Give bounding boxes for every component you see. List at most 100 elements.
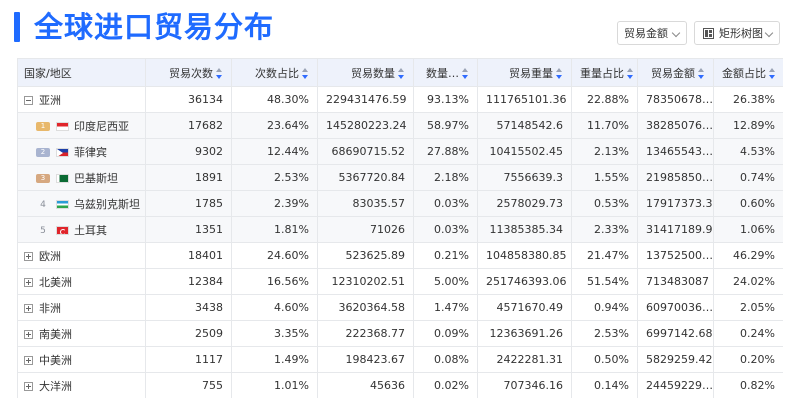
expand-icon[interactable] [24,304,33,313]
region-cell: 非洲 [17,294,146,321]
data-cell: 12384 [145,268,232,295]
data-cell: 2.05% [713,294,783,321]
data-cell: 1.55% [571,164,638,191]
expand-icon[interactable] [24,356,33,365]
data-cell: 12310202.51 [317,268,414,295]
data-cell: 57148542.6 [477,112,572,139]
table-row[interactable]: 欧洲 18401 24.60% 523625.89 0.21% 104858380.85 2… [17,242,783,269]
table-row[interactable]: 中美洲 1117 1.49% 198423.67 0.08% 2422281.31 0.50… [17,346,783,373]
table-row[interactable]: 非洲 3438 4.60% 3620364.58 1.47% 4571670.49 0.94… [17,294,783,321]
region-name: 非洲 [39,301,61,315]
table-row[interactable]: 亚洲 36134 48.30% 229431476.59 93.13% 111765101… [17,86,783,113]
chevron-down-icon [671,28,681,38]
sort-icon[interactable] [698,68,705,79]
expand-icon[interactable] [24,382,33,391]
data-cell: 22.88% [571,86,638,113]
data-cell: 2.53% [571,320,638,347]
table-row[interactable]: 2 菲律宾 9302 12.44% 68690715.52 27.88% 10415502.… [17,138,783,165]
title-accent-bar [14,12,20,42]
expand-icon[interactable] [24,252,33,261]
sort-icon[interactable] [556,68,563,79]
region-name: 大洋洲 [39,379,72,393]
sort-icon[interactable] [216,68,223,79]
data-cell: 78350678… [637,86,714,113]
data-cell: 16.56% [231,268,318,295]
data-cell: 104858380.85 [477,242,572,269]
column-header[interactable]: 贸易次数 [145,58,232,87]
data-cell: 0.82% [713,372,783,398]
data-cell: 12.44% [231,138,318,165]
data-cell: 51.54% [571,268,638,295]
column-header-label: 数量… [426,66,459,80]
sort-icon[interactable] [398,68,405,79]
region-name: 印度尼西亚 [74,119,129,133]
flag-ph-icon [56,148,69,157]
region-cell: 北美洲 [17,268,146,295]
data-cell: 71026 [317,216,414,243]
data-cell: 0.14% [571,372,638,398]
treemap-view-button[interactable]: 矩形树图 [694,21,780,45]
table-row[interactable]: 大洋洲 755 1.01% 45636 0.02% 707346.16 0.14% 24459… [17,372,783,398]
table-row[interactable]: 3 巴基斯坦 1891 2.53% 5367720.84 2.18% 7556639.3 1.… [17,164,783,191]
rank-medal-icon: 2 [36,148,50,157]
collapse-icon[interactable] [24,96,33,105]
table-header-row: 国家/地区 贸易次数 次数占比 贸易数量 数量… 贸易重量 重量占比 贸易金额 金额占比 [17,58,783,87]
data-cell: 2.33% [571,216,638,243]
data-cell: 21.47% [571,242,638,269]
data-cell: 1351 [145,216,232,243]
region-name: 亚洲 [39,93,61,107]
rank-medal-icon: 1 [36,122,50,131]
column-header[interactable]: 贸易金额 [637,58,714,87]
column-header-label: 贸易次数 [169,66,213,80]
data-cell: 1.47% [413,294,478,321]
data-cell: 0.53% [571,190,638,217]
expand-icon[interactable] [24,330,33,339]
column-header[interactable]: 数量… [413,58,478,87]
data-cell: 83035.57 [317,190,414,217]
region-cell: 大洋洲 [17,372,146,398]
flag-tr-icon [56,226,69,235]
data-cell: 0.50% [571,346,638,373]
data-cell: 222368.77 [317,320,414,347]
data-cell: 2.39% [231,190,318,217]
data-cell: 1117 [145,346,232,373]
column-header[interactable]: 次数占比 [231,58,318,87]
data-cell: 0.60% [713,190,783,217]
data-cell: 17682 [145,112,232,139]
metric-select-value: 贸易金额 [624,27,668,40]
table-row[interactable]: 4 乌兹别克斯坦 1785 2.39% 83035.57 0.03% 2578029.73 0… [17,190,783,217]
sort-icon[interactable] [769,68,776,79]
region-cell: 欧洲 [17,242,146,269]
table-row[interactable]: 南美洲 2509 3.35% 222368.77 0.09% 12363691.26 2.5… [17,320,783,347]
data-cell: 26.38% [713,86,783,113]
data-cell: 4571670.49 [477,294,572,321]
column-header-label: 金额占比 [722,66,766,80]
table-row[interactable]: 北美洲 12384 16.56% 12310202.51 5.00% 251746393.… [17,268,783,295]
column-header[interactable]: 重量占比 [571,58,638,87]
column-header[interactable]: 贸易数量 [317,58,414,87]
data-cell: 9302 [145,138,232,165]
data-cell: 36134 [145,86,232,113]
data-cell: 0.03% [413,216,478,243]
sort-icon[interactable] [462,68,469,79]
column-header[interactable]: 贸易重量 [477,58,572,87]
column-header-label: 国家/地区 [24,66,72,80]
region-cell: 3 巴基斯坦 [17,164,146,191]
data-cell: 1.06% [713,216,783,243]
column-header-region: 国家/地区 [17,58,146,87]
expand-icon[interactable] [24,278,33,287]
sort-icon[interactable] [302,68,309,79]
table-row[interactable]: 5 土耳其 1351 1.81% 71026 0.03% 11385385.34 2.33% 3… [17,216,783,243]
data-cell: 11385385.34 [477,216,572,243]
rank-medal-icon: 3 [36,174,50,183]
sort-icon[interactable] [627,68,634,79]
data-cell: 5829259.42 [637,346,714,373]
data-cell: 58.97% [413,112,478,139]
data-cell: 11.70% [571,112,638,139]
flag-id-icon [56,122,69,131]
metric-select[interactable]: 贸易金额 [617,21,687,45]
data-cell: 12363691.26 [477,320,572,347]
page-header: 全球进口贸易分布 贸易金额 矩形树图 [0,0,800,58]
table-row[interactable]: 1 印度尼西亚 17682 23.64% 145280223.24 58.97% 57148… [17,112,783,139]
column-header[interactable]: 金额占比 [713,58,783,87]
